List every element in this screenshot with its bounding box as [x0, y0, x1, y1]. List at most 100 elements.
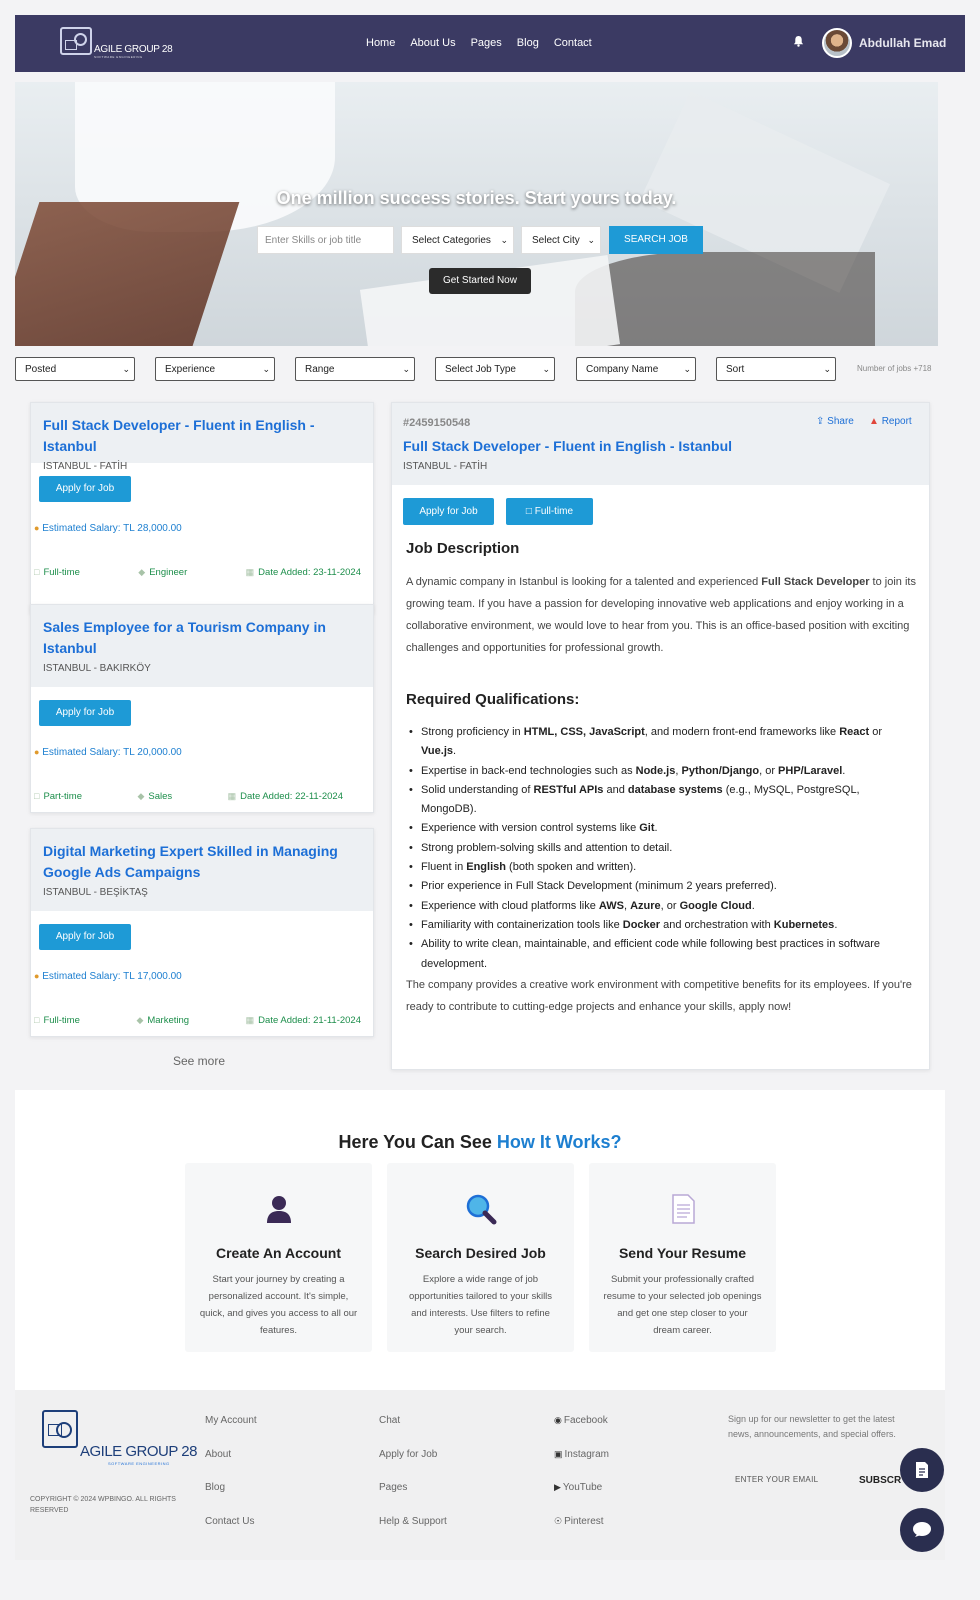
job-title[interactable]: Digital Marketing Expert Skilled in Mana… — [43, 841, 343, 883]
top-navbar: AGILE GROUP 28 SOFTWARE ENGINEERING Home… — [15, 15, 965, 72]
menu-pages[interactable]: Pages — [471, 37, 502, 49]
see-more-link[interactable]: See more — [173, 1054, 225, 1068]
footer-link-chat[interactable]: Chat — [379, 1415, 447, 1449]
footer: AGILE GROUP 28 SOFTWARE ENGINEERING COPY… — [15, 1390, 945, 1560]
step-title: Send Your Resume — [618, 1245, 747, 1261]
footer-link-my-account[interactable]: My Account — [205, 1415, 257, 1449]
document-icon — [672, 1194, 695, 1224]
full-time-badge[interactable]: □ Full-time — [506, 498, 593, 525]
search-job-button[interactable]: SEARCH JOB — [609, 226, 703, 254]
instagram-link[interactable]: ▣ Instagram — [554, 1449, 609, 1483]
detail-title: Full Stack Developer - Fluent in English… — [403, 438, 733, 454]
job-title[interactable]: Sales Employee for a Tourism Company in … — [43, 617, 333, 659]
subscribe-button[interactable]: SUBSCR — [859, 1475, 901, 1486]
filter-experience[interactable]: Experience ⌄ — [155, 357, 275, 381]
copyright: COPYRIGHT © 2024 WPBINGO. ALL RIGHTS RES… — [30, 1496, 176, 1514]
menu-home[interactable]: Home — [366, 37, 395, 49]
filter-sort[interactable]: Sort ⌄ — [716, 357, 836, 381]
calendar-icon: ▦ — [245, 1015, 255, 1025]
footer-link-pages[interactable]: Pages — [379, 1482, 447, 1516]
facebook-icon: ◉ — [554, 1415, 562, 1425]
get-started-button[interactable]: Get Started Now — [429, 268, 531, 294]
detail-location: ISTANBUL - FATİH — [403, 461, 488, 472]
share-icon: ⇪ — [816, 416, 825, 427]
city-select[interactable]: Select City ⌄ — [521, 226, 601, 254]
job-salary: Estimated Salary: TL 28,000.00 — [42, 523, 182, 534]
social-column: ◉ Facebook ▣ Instagram ▶ YouTube ☉ Pinterest — [554, 1415, 609, 1549]
step-card: Send Your Resume Submit your professiona… — [589, 1163, 776, 1352]
skills-search-input[interactable]: Enter Skills or job title — [257, 226, 394, 254]
job-card[interactable]: Digital Marketing Expert Skilled in Mana… — [30, 828, 374, 1037]
footer-link-contact-us[interactable]: Contact Us — [205, 1516, 257, 1550]
youtube-icon: ▶ — [554, 1482, 561, 1492]
logo-text: AGILE GROUP 28 — [94, 44, 173, 55]
magnifier-icon — [466, 1194, 497, 1225]
job-date: Date Added: 23-11-2024 — [258, 567, 361, 578]
job-location: ISTANBUL - BAKIRKÖY — [43, 663, 151, 674]
job-type: Part-time — [43, 791, 82, 802]
qualifications-heading: Required Qualifications: — [406, 691, 580, 708]
filter-posted[interactable]: Posted ⌄ — [15, 357, 135, 381]
job-card[interactable]: Full Stack Developer - Fluent in English… — [30, 402, 374, 614]
youtube-link[interactable]: ▶ YouTube — [554, 1482, 609, 1516]
filter-job-type[interactable]: Select Job Type ⌄ — [435, 357, 555, 381]
job-detail-panel: #2459150548 Full Stack Developer - Fluen… — [391, 402, 930, 1070]
apply-button[interactable]: Apply for Job — [39, 924, 131, 950]
menu-blog[interactable]: Blog — [517, 37, 539, 49]
step-text: Submit your professionally crafted resum… — [603, 1274, 762, 1336]
report-button[interactable]: ▲ Report — [869, 416, 912, 427]
job-location: ISTANBUL - FATİH — [43, 461, 128, 472]
footer-column: Chat Apply for Job Pages Help & Support — [379, 1415, 447, 1549]
calendar-icon: ▦ — [227, 791, 237, 801]
share-button[interactable]: ⇪ Share — [816, 416, 854, 427]
chevron-down-icon: ⌄ — [402, 364, 410, 374]
facebook-link[interactable]: ◉ Facebook — [554, 1415, 609, 1449]
main-menu: Home About Us Pages Blog Contact — [366, 37, 592, 49]
chevron-down-icon: ⌄ — [262, 364, 270, 374]
logo-subtitle: SOFTWARE ENGINEERING — [94, 55, 143, 59]
footer-link-apply[interactable]: Apply for Job — [379, 1449, 447, 1483]
qualification-item: Solid understanding of RESTful APIs and … — [406, 781, 918, 820]
job-card[interactable]: Sales Employee for a Tourism Company in … — [30, 604, 374, 813]
site-logo[interactable]: AGILE GROUP 28 SOFTWARE ENGINEERING — [60, 27, 173, 59]
footer-logo[interactable]: AGILE GROUP 28 SOFTWARE ENGINEERING — [42, 1410, 197, 1466]
chevron-down-icon: ⌄ — [122, 364, 130, 374]
qualification-item: Ability to write clean, maintainable, an… — [406, 935, 918, 974]
document-icon: □ — [34, 791, 40, 801]
email-input[interactable]: ENTER YOUR EMAIL — [735, 1475, 818, 1484]
step-text: Explore a wide range of job opportunitie… — [408, 1274, 553, 1336]
apply-button[interactable]: Apply for Job — [39, 476, 131, 502]
job-location: ISTANBUL - BEŞİKTAŞ — [43, 887, 148, 898]
pinterest-link[interactable]: ☉ Pinterest — [554, 1516, 609, 1550]
menu-contact[interactable]: Contact — [554, 37, 592, 49]
warning-icon: ▲ — [869, 416, 879, 427]
filter-company-name[interactable]: Company Name ⌄ — [576, 357, 696, 381]
menu-about-us[interactable]: About Us — [410, 37, 455, 49]
hero-banner: One million success stories. Start yours… — [15, 82, 938, 346]
job-title[interactable]: Full Stack Developer - Fluent in English… — [43, 415, 361, 457]
pinterest-icon: ☉ — [554, 1515, 563, 1526]
chevron-down-icon: ⌄ — [823, 364, 831, 374]
qualification-item: Strong proficiency in HTML, CSS, JavaScr… — [406, 723, 918, 762]
tag-icon: ◆ — [136, 1015, 144, 1025]
chat-bubble-icon — [913, 1522, 931, 1537]
footer-link-about[interactable]: About — [205, 1449, 257, 1483]
apply-button[interactable]: Apply for Job — [39, 700, 131, 726]
job-description-heading: Job Description — [406, 540, 520, 557]
filter-range[interactable]: Range ⌄ — [295, 357, 415, 381]
how-it-works-heading: Here You Can See How It Works? — [338, 1132, 622, 1152]
footer-link-blog[interactable]: Blog — [205, 1482, 257, 1516]
username[interactable]: Abdullah Emad — [859, 36, 946, 50]
chevron-down-icon: ⌄ — [587, 235, 595, 245]
floating-document-button[interactable] — [900, 1448, 944, 1492]
categories-select[interactable]: Select Categories ⌄ — [401, 226, 514, 254]
avatar[interactable] — [822, 28, 852, 58]
floating-chat-button[interactable] — [900, 1508, 944, 1552]
footer-link-help[interactable]: Help & Support — [379, 1516, 447, 1550]
qualification-item: Strong problem-solving skills and attent… — [406, 839, 918, 859]
bell-icon[interactable] — [793, 35, 804, 47]
chevron-down-icon: ⌄ — [500, 235, 508, 245]
calendar-icon: ▦ — [245, 567, 255, 577]
user-icon — [267, 1196, 291, 1223]
detail-apply-button[interactable]: Apply for Job — [403, 498, 494, 525]
